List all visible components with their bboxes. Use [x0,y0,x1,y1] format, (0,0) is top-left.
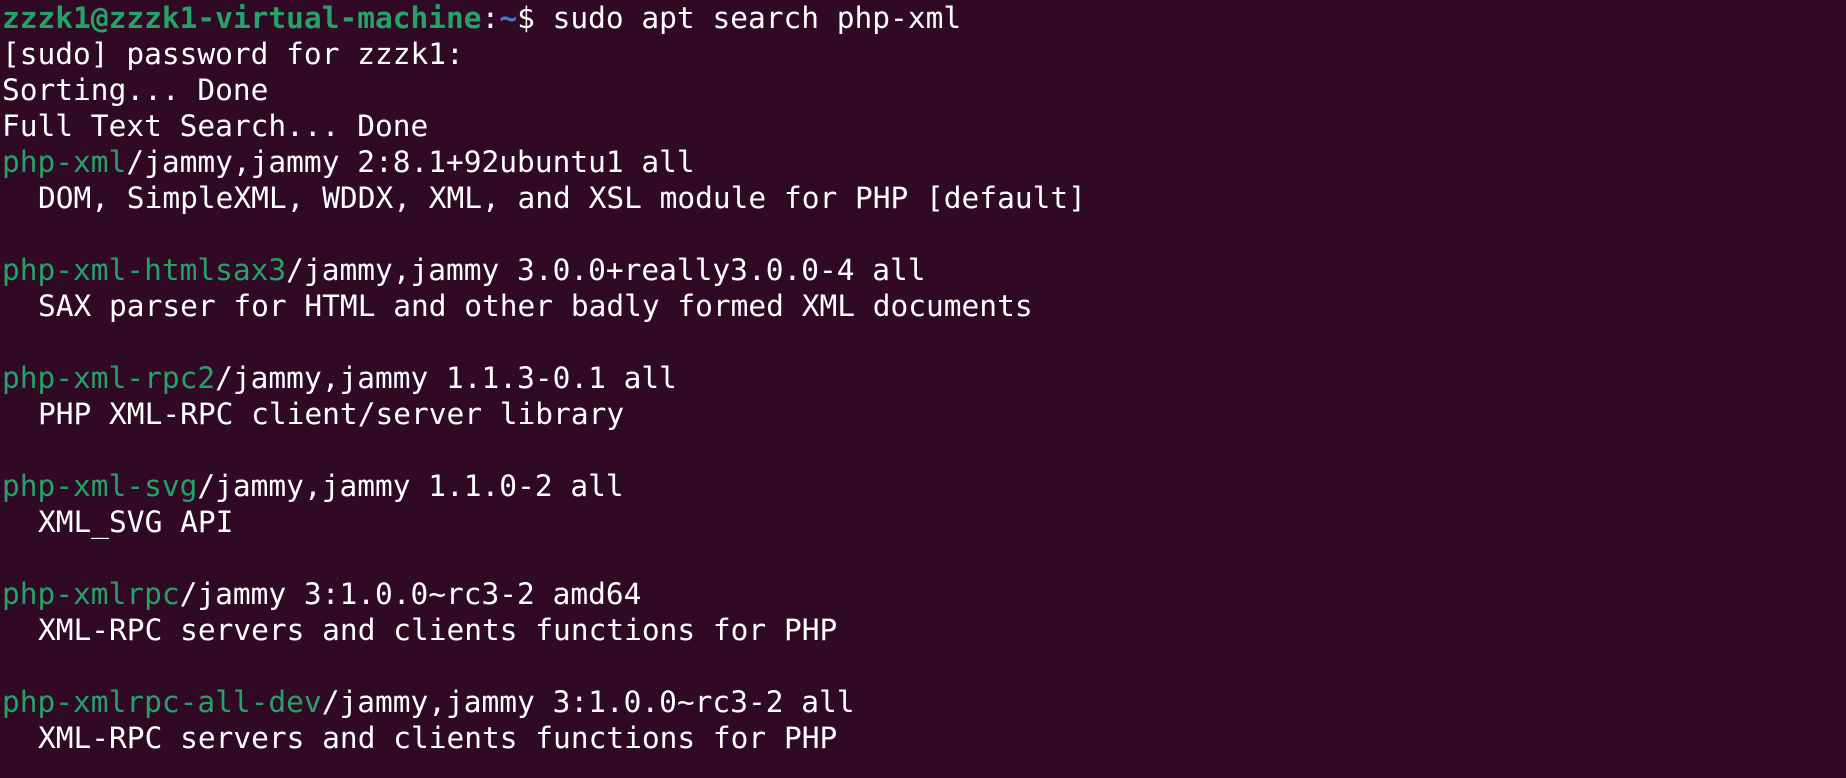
package-description: XML-RPC servers and clients functions fo… [38,721,838,755]
prompt-symbol: $ [517,1,553,35]
package-description: SAX parser for HTML and other badly form… [38,289,1033,323]
package-name: php-xml-rpc2 [2,361,216,395]
package-description: PHP XML-RPC client/server library [38,397,625,431]
package-details: /jammy 3:1.0.0~rc3-2 amd64 [179,577,642,611]
package-details: /jammy,jammy 2:8.1+92ubuntu1 all [126,145,695,179]
command-prompt-line: zzzk1@zzzk1-virtual-machine:~$ sudo apt … [2,0,1846,36]
terminal-window[interactable]: zzzk1@zzzk1-virtual-machine:~$ sudo apt … [0,0,1846,778]
package-header: php-xml/jammy,jammy 2:8.1+92ubuntu1 all [2,144,1846,180]
package-header: php-xmlrpc-all-dev/jammy,jammy 3:1.0.0~r… [2,684,1846,720]
full-text-search-status: Full Text Search... Done [2,109,429,143]
sorting-status: Sorting... Done [2,73,269,107]
prompt-path: ~ [499,1,518,35]
prompt-user-host: zzzk1@zzzk1-virtual-machine [2,1,482,35]
command-text: sudo apt search php-xml [552,1,962,35]
package-name: php-xml [2,145,127,179]
prompt-separator: : [481,1,500,35]
package-name: php-xml-htmlsax3 [2,253,287,287]
package-header: php-xml-svg/jammy,jammy 1.1.0-2 all [2,468,1846,504]
package-details: /jammy,jammy 1.1.3-0.1 all [215,361,677,395]
package-name: php-xml-svg [2,469,198,503]
package-name: php-xmlrpc-all-dev [2,685,322,719]
package-details: /jammy,jammy 3:1.0.0~rc3-2 all [321,685,855,719]
package-description: DOM, SimpleXML, WDDX, XML, and XSL modul… [38,181,1086,215]
package-details: /jammy,jammy 1.1.0-2 all [197,469,624,503]
package-details: /jammy,jammy 3.0.0+really3.0.0-4 all [286,253,926,287]
package-header: php-xmlrpc/jammy 3:1.0.0~rc3-2 amd64 [2,576,1846,612]
package-header: php-xml-rpc2/jammy,jammy 1.1.3-0.1 all [2,360,1846,396]
package-description: XML-RPC servers and clients functions fo… [38,613,838,647]
package-name: php-xmlrpc [2,577,180,611]
package-header: php-xml-htmlsax3/jammy,jammy 3.0.0+reall… [2,252,1846,288]
package-description: XML_SVG API [38,505,234,539]
sudo-password-prompt: [sudo] password for zzzk1: [2,37,464,71]
